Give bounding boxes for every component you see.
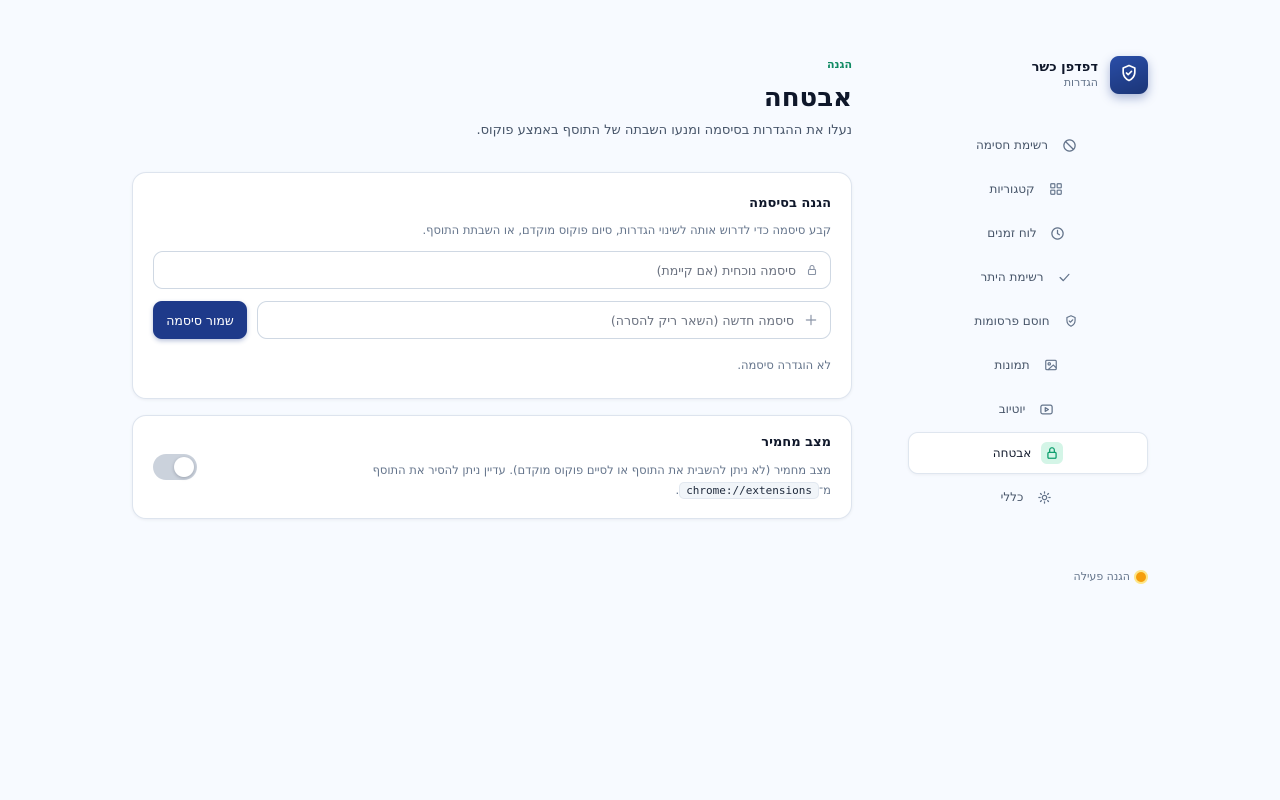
strict-mode-description: מצב מחמיר (לא ניתן להשבית את התוסף או לס…: [351, 460, 831, 501]
page-description: נעלו את ההגדרות בסיסמה ומנעו השבתה של הת…: [476, 123, 852, 138]
sidebar-item-allowlist[interactable]: רשימת היתר: [908, 256, 1148, 298]
brand-logo: [1110, 56, 1148, 94]
status-label: הגנה פעילה: [1073, 570, 1130, 583]
brand-title: דפדפן כשר: [1031, 60, 1098, 75]
current-password-input[interactable]: [166, 262, 796, 278]
new-password-field[interactable]: [257, 301, 831, 339]
strict-mode-title: מצב מחמיר: [761, 434, 831, 450]
password-card-title: הגנה בסיסמה: [749, 196, 831, 211]
sidebar-item-label: קטגוריות: [989, 182, 1035, 196]
sidebar-item-youtube[interactable]: יוטיוב: [908, 388, 1148, 430]
sidebar-item-ad-blocker[interactable]: חוסם פרסומות: [908, 300, 1148, 342]
sidebar-item-label: לוח זמנים: [987, 226, 1037, 240]
clock-icon: [1047, 222, 1069, 244]
page-title: אבטחה: [763, 83, 852, 113]
sidebar-item-images[interactable]: תמונות: [908, 344, 1148, 386]
sidebar: דפדפן כשר הגדרות רשימת חסימה קטגוריות לו…: [908, 56, 1148, 583]
sun-icon: [1033, 486, 1055, 508]
sidebar-item-security[interactable]: אבטחה: [908, 432, 1148, 474]
sidebar-item-label: אבטחה: [992, 446, 1032, 460]
strict-mode-card: מצב מחמיר מצב מחמיר (לא ניתן להשבית את ה…: [132, 415, 852, 519]
block-icon: [1058, 134, 1080, 156]
lock-icon: [806, 264, 818, 276]
sidebar-nav: רשימת חסימה קטגוריות לוח זמנים רשימת הית…: [908, 124, 1148, 518]
sidebar-item-label: כללי: [1000, 490, 1024, 504]
toggle-knob: [174, 457, 194, 477]
section-eyebrow: הגנה: [826, 58, 852, 71]
sidebar-item-label: חוסם פרסומות: [974, 314, 1050, 328]
sidebar-item-label: תמונות: [994, 358, 1030, 372]
password-status-note: לא הוגדרה סיסמה.: [737, 358, 831, 372]
status-dot: [1136, 571, 1146, 582]
image-icon: [1040, 354, 1062, 376]
sidebar-item-general[interactable]: כללי: [908, 476, 1148, 518]
brand-subtitle: הגדרות: [1063, 76, 1098, 89]
sidebar-item-label: יוטיוב: [998, 402, 1026, 416]
youtube-icon: [1035, 398, 1057, 420]
main-content: הגנה אבטחה נעלו את ההגדרות בסיסמה ומנעו …: [132, 58, 852, 519]
sidebar-item-blocklist[interactable]: רשימת חסימה: [908, 124, 1148, 166]
sidebar-item-categories[interactable]: קטגוריות: [908, 168, 1148, 210]
sidebar-item-label: רשימת היתר: [980, 270, 1044, 284]
new-password-input[interactable]: [270, 312, 794, 328]
shield-check-icon: [1119, 63, 1139, 87]
brand: דפדפן כשר הגדרות: [908, 56, 1148, 94]
protection-status: הגנה פעילה: [908, 570, 1148, 583]
grid-icon: [1045, 178, 1067, 200]
lock-icon: [1041, 442, 1064, 464]
sidebar-item-label: רשימת חסימה: [975, 138, 1049, 152]
sidebar-item-schedule[interactable]: לוח זמנים: [908, 212, 1148, 254]
strict-mode-toggle[interactable]: [153, 454, 197, 480]
shield-icon: [1060, 310, 1082, 332]
current-password-field[interactable]: [153, 251, 831, 289]
save-password-button[interactable]: שמור סיסמה: [153, 301, 247, 339]
check-icon: [1054, 266, 1076, 288]
password-card-description: קבע סיסמה כדי לדרוש אותה לשינוי הגדרות, …: [422, 223, 832, 237]
new-password-row: שמור סיסמה: [153, 301, 831, 339]
extensions-url-code: chrome://extensions: [679, 481, 820, 499]
password-card: הגנה בסיסמה קבע סיסמה כדי לדרוש אותה לשי…: [132, 172, 852, 399]
plus-icon: [804, 313, 818, 327]
